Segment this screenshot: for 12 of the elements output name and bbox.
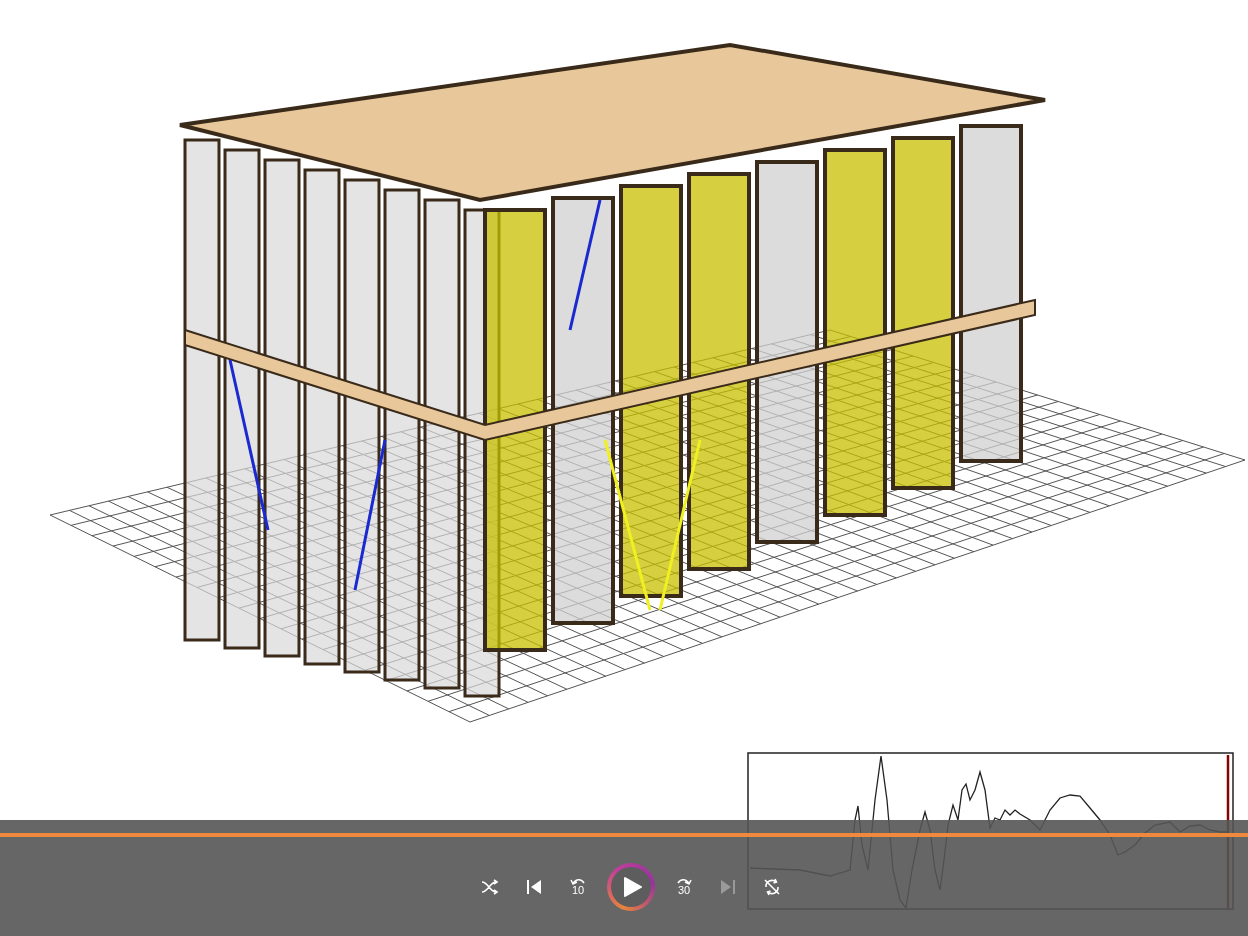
play-icon (623, 876, 642, 897)
repeat-off-icon (763, 877, 781, 896)
skip-back-icon (527, 878, 541, 895)
rewind-button[interactable]: 10 (563, 871, 593, 902)
rewind-seconds: 10 (571, 885, 585, 896)
shuffle-icon (481, 878, 499, 895)
forward-seconds: 30 (677, 885, 691, 896)
play-button[interactable] (607, 862, 655, 911)
skip-forward-icon (721, 878, 735, 895)
forward-button[interactable]: 30 (669, 871, 699, 902)
forward-arrow-icon (676, 877, 692, 885)
rewind-arrow-icon (570, 877, 586, 885)
